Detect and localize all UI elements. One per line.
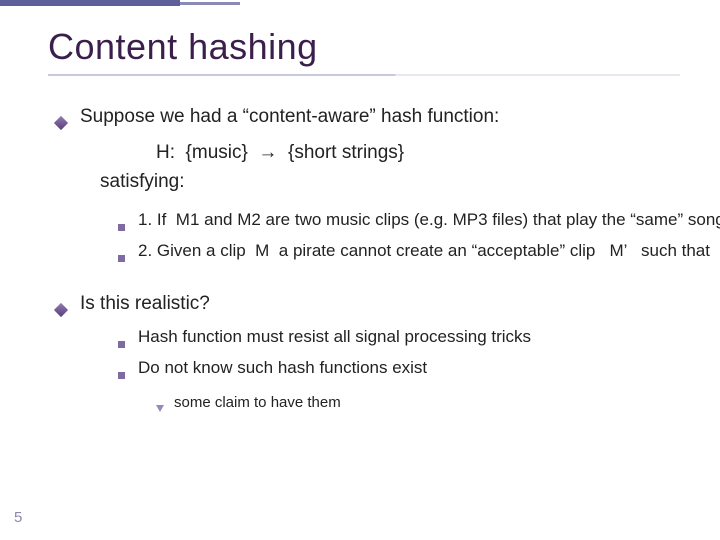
bullet-text: Suppose we had a “content-aware” hash fu…	[80, 104, 499, 136]
square-icon	[118, 326, 138, 355]
square-icon	[118, 357, 138, 386]
square-icon	[118, 209, 138, 238]
slide-title: Content hashing	[48, 26, 680, 68]
top-accent-bar	[0, 0, 720, 6]
bullet-realistic: Is this realistic?	[56, 291, 680, 323]
bullet-text: Is this realistic?	[80, 291, 210, 323]
triangle-icon	[156, 392, 174, 418]
item-text: Do not know such hash functions exist	[138, 357, 427, 386]
realistic-item-2: Do not know such hash functions exist	[118, 357, 680, 386]
satisfying-line: satisfying:	[56, 169, 680, 195]
realistic-list: Hash function must resist all signal pro…	[56, 326, 680, 386]
title-underline	[48, 74, 680, 76]
sub-sub-text: some claim to have them	[174, 392, 341, 418]
bullet-suppose: Suppose we had a “content-aware” hash fu…	[56, 104, 680, 136]
hash-function-formula: H: {music} → {short strings}	[56, 140, 680, 166]
condition-1: 1. If M1 and M2 are two music clips (e.g…	[118, 209, 680, 238]
conditions-list: 1. If M1 and M2 are two music clips (e.g…	[56, 209, 680, 269]
square-icon	[118, 240, 138, 269]
item-text: Hash function must resist all signal pro…	[138, 326, 531, 355]
condition-2: 2. Given a clip M a pirate cannot create…	[118, 240, 680, 269]
slide-content: Suppose we had a “content-aware” hash fu…	[48, 104, 680, 418]
sub-sub-list: some claim to have them	[56, 392, 680, 418]
condition-text: 2. Given a clip M a pirate cannot create…	[138, 240, 720, 269]
diamond-icon	[56, 104, 80, 136]
slide: Content hashing Suppose we had a “conten…	[0, 0, 720, 540]
realistic-item-1: Hash function must resist all signal pro…	[118, 326, 680, 355]
diamond-icon	[56, 291, 80, 323]
condition-text: 1. If M1 and M2 are two music clips (e.g…	[138, 209, 720, 238]
sub-sub-item: some claim to have them	[156, 392, 680, 418]
page-number: 5	[14, 509, 22, 526]
